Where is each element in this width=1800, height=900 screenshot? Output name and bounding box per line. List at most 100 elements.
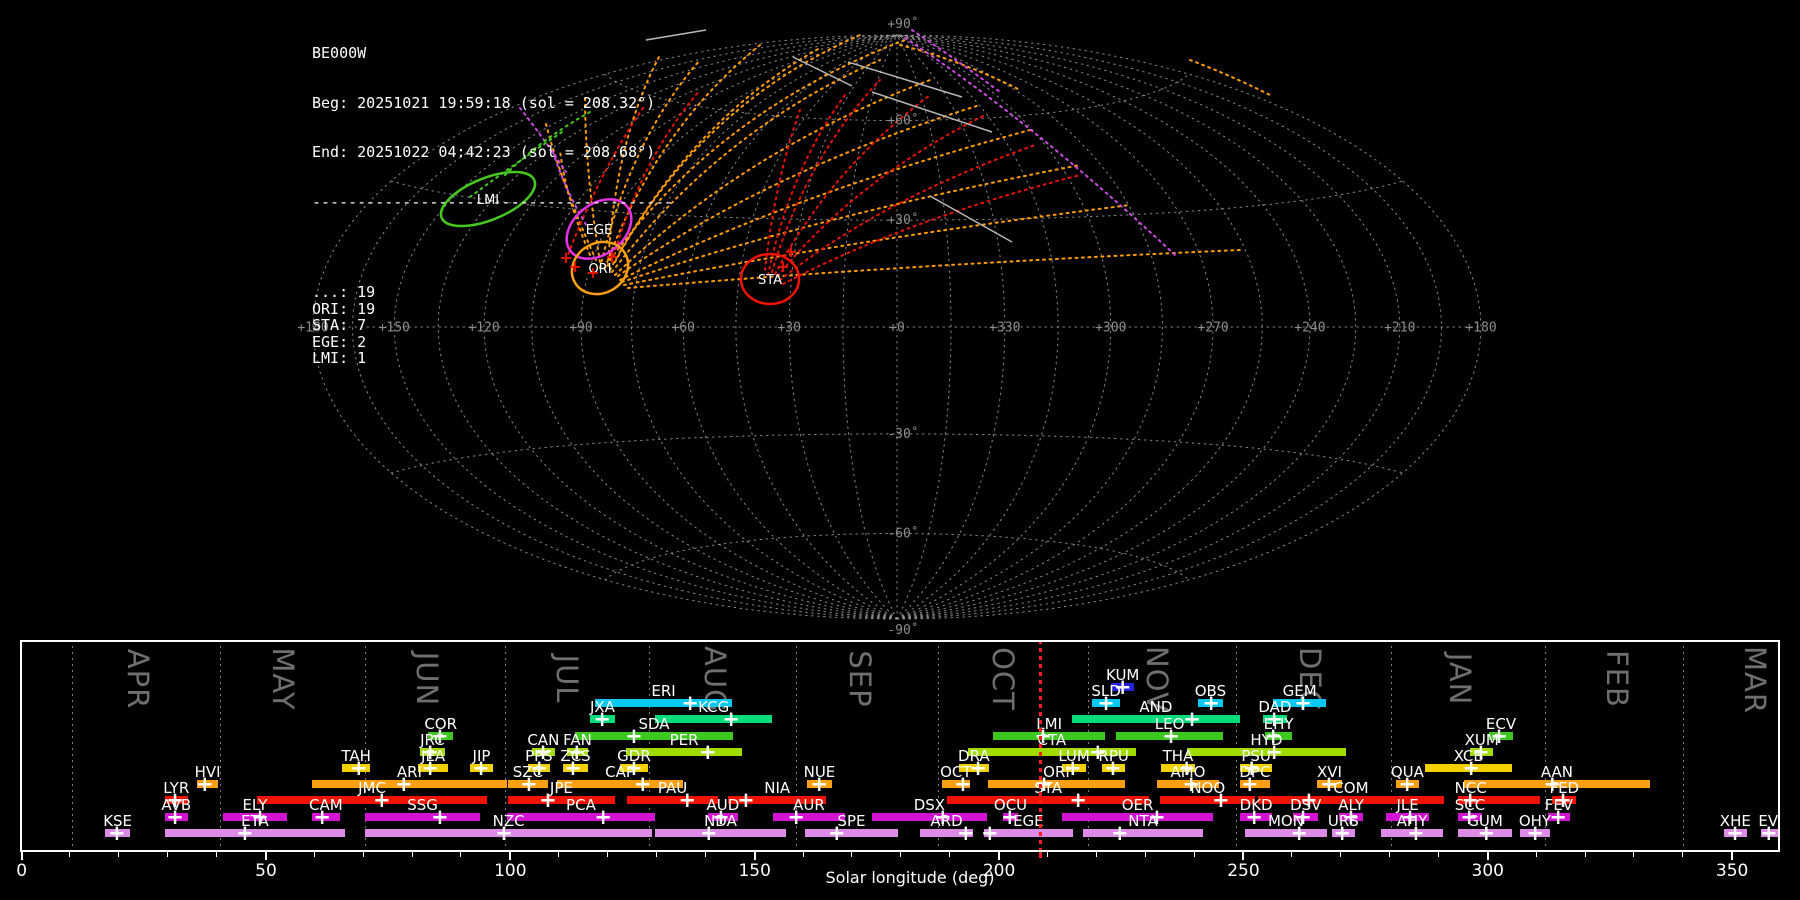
axis-minor-tick <box>362 852 364 857</box>
shower-peak-kcg: + <box>722 707 741 731</box>
shower-peak-xcb: + <box>1462 756 1480 780</box>
meteor-track <box>792 56 853 87</box>
shower-counts: ...: 19 ORI: 19 STA: 7 EGE: 2 LMI: 1 <box>312 284 673 367</box>
shower-peak-nzc: + <box>495 821 513 845</box>
lon-label: +180 <box>1465 321 1496 336</box>
lat-label: +60˚ <box>887 113 918 129</box>
shower-count-line: ORI: 19 <box>312 299 376 318</box>
axis-tick-label: 250 <box>1227 861 1260 881</box>
axis-minor-tick <box>1389 852 1391 857</box>
axis-major-tick <box>753 852 756 860</box>
lat-label: -60˚ <box>887 525 918 541</box>
radiant-sky-map: LMIEGEORISTA+ +++ +++180 +150 +120 +90 +60 +30 +… <box>297 16 1496 638</box>
shower-peak-pca: + <box>594 805 612 829</box>
axis-tick-label: 0 <box>16 861 28 881</box>
month-label-may: MAY <box>266 647 301 711</box>
lat-label: +90˚ <box>887 16 918 32</box>
meteor-trail <box>627 249 1241 289</box>
radiant-plus-marker: + <box>784 242 797 261</box>
axis-minor-tick <box>1682 852 1684 857</box>
axis-minor-tick <box>655 852 657 857</box>
axis-major-tick <box>998 852 1001 860</box>
lon-label: +300 <box>1095 321 1126 336</box>
shower-peak-eta: + <box>236 821 254 845</box>
shower-peak-avb: + <box>166 805 184 829</box>
axis-minor-tick <box>1095 852 1097 857</box>
lat-label: +30˚ <box>887 212 918 228</box>
axis-minor-tick <box>1584 852 1586 857</box>
axis-major-tick <box>1242 852 1245 860</box>
axis-major-tick <box>509 852 512 860</box>
shower-bar-eta <box>164 829 346 837</box>
current-sol-axis-tick <box>1039 852 1043 858</box>
axis-major-tick <box>1486 852 1489 860</box>
lon-label: +30 <box>777 321 800 336</box>
axis-minor-tick <box>1144 852 1146 857</box>
axis-minor-tick <box>900 852 902 857</box>
shower-peak-ard: + <box>957 821 975 845</box>
month-label-apr: APR <box>120 648 155 710</box>
shower-peak-rpu: + <box>1104 756 1122 780</box>
axis-minor-tick <box>216 852 218 857</box>
month-label-jun: JUN <box>410 651 445 707</box>
axis-tick-label: 300 <box>1471 861 1504 881</box>
meteor-track <box>929 195 1013 243</box>
shower-peak-ohy: + <box>1526 821 1544 845</box>
axis-label: Solar longitude (deg) <box>825 868 995 887</box>
axis-minor-tick <box>1437 852 1439 857</box>
shower-bar-nta <box>1083 829 1203 837</box>
shower-peak-ahy: + <box>1407 821 1425 845</box>
month-label-oct: OCT <box>985 647 1020 711</box>
axis-minor-tick <box>118 852 120 857</box>
shower-label-com: COM <box>1333 779 1369 797</box>
shower-peak-ssg: + <box>431 805 449 829</box>
shower-label-eta: ETA <box>241 812 269 830</box>
meteor-trail <box>1189 59 1271 96</box>
lat-label: -30˚ <box>887 426 918 442</box>
axis-minor-tick <box>704 852 706 857</box>
current-sol-line <box>1039 640 1043 852</box>
shower-peak-cam: + <box>313 805 331 829</box>
shower-count-line: ...: 19 <box>312 283 376 301</box>
axis-minor-tick <box>558 852 560 857</box>
meteor-track <box>847 61 963 98</box>
shower-label-spe: SPE <box>837 812 866 830</box>
axis-tick-label: 350 <box>1715 861 1749 881</box>
shower-peak-obs: + <box>1202 691 1220 715</box>
shower-label-ard: ARD <box>930 812 963 830</box>
axis-minor-tick <box>460 852 462 857</box>
month-boundary-mar <box>1682 640 1684 852</box>
axis-minor-tick <box>167 852 169 857</box>
axis-minor-tick <box>1633 852 1635 857</box>
header-divider: ---------------------------------------- <box>312 192 674 211</box>
month-label-jan: JAN <box>1442 652 1477 706</box>
axis-minor-tick <box>1340 852 1342 857</box>
shower-peak-leo: + <box>1162 724 1180 748</box>
shower-peak-evi: + <box>1759 821 1778 845</box>
axis-minor-tick <box>411 852 413 857</box>
shower-peak-aur: + <box>787 805 806 829</box>
station-id: BE000W <box>312 44 367 62</box>
shower-peak-urs: + <box>1333 821 1351 845</box>
shower-count-line: STA: 7 <box>312 316 367 334</box>
month-label-mar: MAR <box>1738 646 1773 715</box>
axis-minor-tick <box>949 852 951 857</box>
shower-peak-spe: + <box>827 821 846 845</box>
lon-label: +60 <box>671 321 694 336</box>
end-time: End: 20251022 04:42:23 (sol = 208.68°) <box>312 143 656 161</box>
axis-minor-tick <box>851 852 853 857</box>
axis-tick-label: 150 <box>738 861 771 881</box>
shower-bar-nda <box>654 829 786 837</box>
shower-label-kcg: KCG <box>698 698 730 716</box>
axis-minor-tick <box>1535 852 1537 857</box>
shower-label-noo: NOO <box>1190 779 1226 797</box>
lon-label: +240 <box>1294 321 1325 336</box>
observation-header: BE000W Beg: 20251021 19:59:18 (sol = 208… <box>312 12 673 383</box>
activity-timeline: APR MAY JUN JUL AUG SEP OCT NOV DEC JAN FEB MAR KUM +… <box>20 640 1780 852</box>
shower-count-line: EGE: 2 <box>312 332 367 351</box>
axis-minor-tick <box>313 852 315 857</box>
shower-peak-per: + <box>698 740 717 764</box>
shower-peak-ege: + <box>980 821 999 845</box>
shower-peak-sta: + <box>1069 788 1088 812</box>
axis-tick-label: 100 <box>494 861 527 881</box>
